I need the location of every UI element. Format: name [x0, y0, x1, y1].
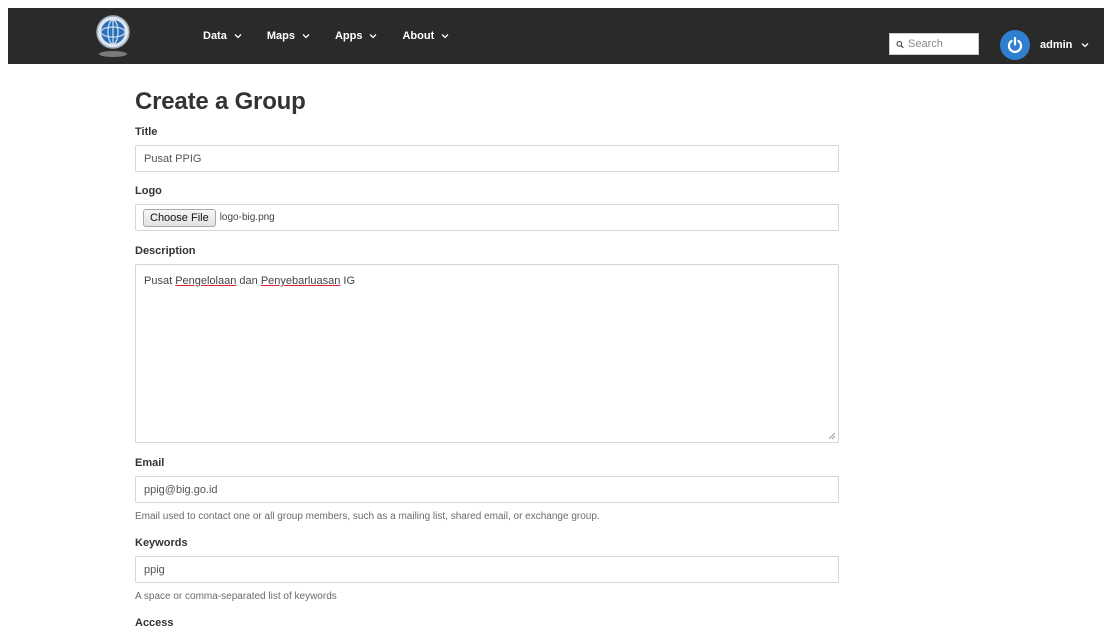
description-text: IG [340, 275, 356, 287]
access-label: Access [135, 617, 174, 629]
logo-label: Logo [135, 185, 162, 197]
chevron-down-icon [234, 34, 242, 39]
chevron-down-icon [1081, 43, 1089, 48]
title-input[interactable] [135, 145, 839, 172]
chevron-down-icon [370, 34, 377, 39]
description-text: Pengelolaan [175, 275, 237, 287]
description-textarea[interactable]: Pusat Pengelolaan dan Penyebarluasan IG [135, 264, 839, 443]
nav-about[interactable]: About [402, 30, 450, 42]
description-text: Pusat [144, 275, 176, 287]
nav-apps-label: Apps [334, 30, 363, 42]
nav-apps[interactable]: Apps [335, 30, 379, 42]
search-box [889, 33, 979, 55]
nav-about-label: About [402, 30, 435, 42]
globe-logo-icon[interactable] [88, 10, 138, 60]
keywords-input[interactable] [135, 556, 839, 583]
logo-file-field: Choose File logo-big.png [135, 204, 839, 231]
keywords-help-text: A space or comma-separated list of keywo… [135, 591, 337, 602]
choose-file-button[interactable]: Choose File [143, 208, 216, 227]
chevron-down-icon [302, 34, 310, 39]
search-icon [896, 40, 904, 48]
title-label: Title [135, 126, 158, 138]
top-navbar: Data Maps Apps About admin [8, 8, 1104, 64]
nav-data[interactable]: Data [203, 30, 243, 42]
nav-data-label: Data [203, 30, 227, 42]
keywords-label: Keywords [135, 537, 188, 549]
main-nav: Data Maps Apps About [203, 8, 474, 64]
description-text: dan [236, 275, 261, 287]
chevron-down-icon [441, 34, 449, 39]
resize-grip-icon[interactable] [828, 432, 836, 440]
description-text: Penyebarluasan [260, 275, 341, 287]
nav-maps[interactable]: Maps [267, 30, 311, 42]
nav-maps-label: Maps [266, 30, 295, 42]
email-field[interactable] [135, 476, 839, 503]
user-name: admin [1040, 39, 1073, 51]
file-name: logo-big.png [219, 212, 275, 223]
page-title: Create a Group [135, 88, 306, 115]
description-label: Description [135, 245, 196, 257]
power-icon [1000, 30, 1030, 60]
email-label: Email [135, 457, 165, 469]
search-input[interactable] [908, 38, 978, 50]
user-menu[interactable]: admin [1000, 30, 1090, 60]
email-help-text: Email used to contact one or all group m… [135, 511, 600, 522]
